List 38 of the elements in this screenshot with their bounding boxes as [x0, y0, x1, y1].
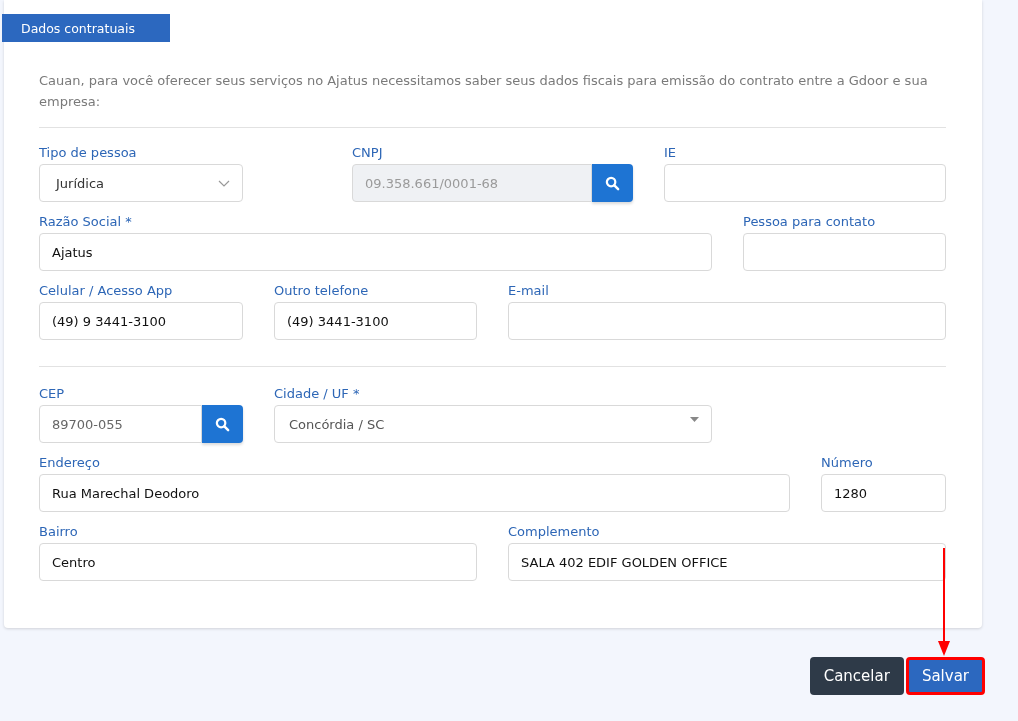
- chevron-down-icon: [218, 179, 230, 187]
- field-label: Complemento: [508, 524, 601, 540]
- input-field[interactable]: Ajatus: [39, 233, 712, 271]
- field-label: Tipo de pessoa: [39, 145, 138, 161]
- input-field[interactable]: 1280: [821, 474, 946, 512]
- field-label: E-mail: [508, 283, 550, 299]
- field-label: Cidade / UF *: [274, 386, 361, 402]
- field-label: Razão Social *: [39, 214, 133, 230]
- search-button[interactable]: [592, 164, 633, 202]
- dropdown-field[interactable]: Concórdia / SC: [274, 405, 712, 443]
- input-field[interactable]: [664, 164, 946, 202]
- input-field[interactable]: [508, 302, 946, 340]
- field-label: Bairro: [39, 524, 79, 540]
- dropdown-value: Concórdia / SC: [289, 416, 385, 432]
- input-field[interactable]: SALA 402 EDIF GOLDEN OFFICE: [508, 543, 946, 581]
- field-label: Outro telefone: [274, 283, 370, 299]
- save-button[interactable]: Salvar: [905, 657, 985, 695]
- input-field[interactable]: 89700-055: [39, 405, 202, 443]
- input-field[interactable]: Centro: [39, 543, 477, 581]
- field-label: CEP: [39, 386, 66, 402]
- field-label: CNPJ: [352, 145, 384, 161]
- field-label: IE: [664, 145, 678, 161]
- cancel-button[interactable]: Cancelar: [809, 657, 904, 695]
- input-field[interactable]: (49) 3441-3100: [274, 302, 477, 340]
- input-field[interactable]: Rua Marechal Deodoro: [39, 474, 790, 512]
- search-icon: [605, 175, 620, 191]
- search-icon: [215, 416, 230, 432]
- intro-text: Cauan, para você oferecer seus serviços no Ajatus necessitamos saber seus dados fiscais para emissão do contrato entre a Gdoor e sua empresa:: [39, 70, 946, 128]
- field-label: Celular / Acesso App: [39, 283, 174, 299]
- select-field[interactable]: Jurídica: [39, 164, 243, 202]
- field-label: Endereço: [39, 455, 101, 471]
- field-label: Número: [821, 455, 874, 471]
- search-button[interactable]: [202, 405, 243, 443]
- field-label: Pessoa para contato: [743, 214, 877, 230]
- caret-down-icon: [690, 417, 699, 422]
- input-field[interactable]: (49) 9 3441-3100: [39, 302, 243, 340]
- input-field[interactable]: [743, 233, 946, 271]
- select-value: Jurídica: [56, 175, 104, 191]
